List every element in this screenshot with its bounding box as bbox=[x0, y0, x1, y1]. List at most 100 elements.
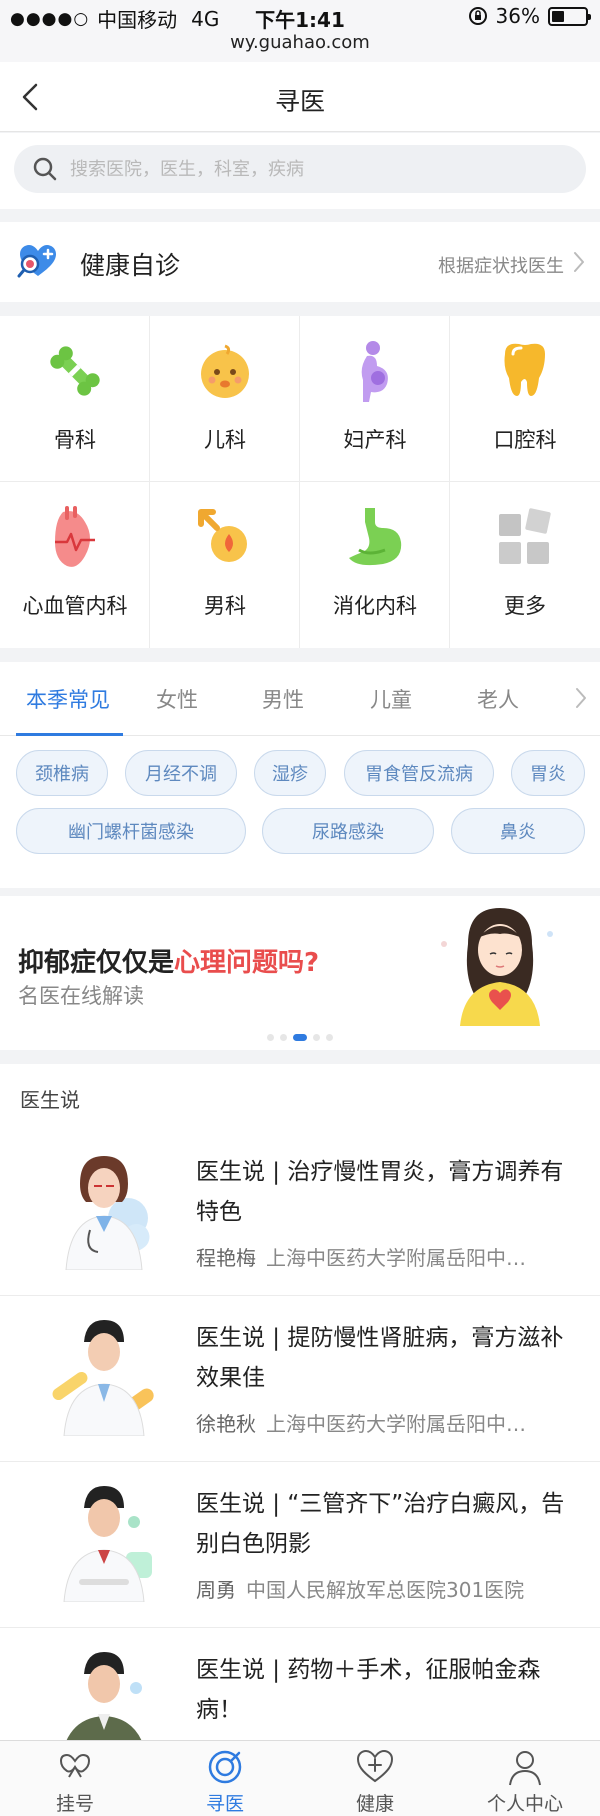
heart-organ-icon bbox=[55, 506, 95, 567]
person-icon bbox=[509, 1751, 541, 1786]
dept-stomatology[interactable]: 口腔科 bbox=[450, 316, 600, 482]
bottom-tab-bar: 挂号 寻医 健康 个人中心 bbox=[0, 1740, 600, 1816]
carousel-dot bbox=[313, 1034, 320, 1041]
dept-label: 骨科 bbox=[54, 428, 96, 452]
chip-rhinitis[interactable]: 鼻炎 bbox=[451, 808, 585, 854]
banner-title-red: 心理问题吗? bbox=[174, 948, 320, 978]
tab-male[interactable]: 男性 bbox=[262, 684, 304, 714]
search-bar[interactable] bbox=[14, 145, 586, 193]
tabbar-find-doctor[interactable]: 寻医 bbox=[150, 1741, 300, 1816]
find-doctor-icon bbox=[208, 1750, 242, 1784]
common-diseases-section: 本季常见 女性 男性 儿童 老人 颈椎病 月经不调 湿疹 胃食管反流病 胃炎 幽… bbox=[0, 662, 600, 888]
chevron-right-icon[interactable] bbox=[574, 686, 588, 710]
tabbar-label: 健康 bbox=[355, 1793, 394, 1815]
population-tabs: 本季常见 女性 男性 儿童 老人 bbox=[0, 662, 600, 736]
dept-label: 口腔科 bbox=[493, 428, 557, 452]
dept-label: 儿科 bbox=[204, 428, 246, 452]
article-hospital: 上海中医药大学附属岳阳中… bbox=[266, 1246, 526, 1270]
battery-icon bbox=[548, 6, 591, 26]
article-item[interactable]: 医生说 | 提防慢性肾脏病，膏方滋补效果佳 徐艳秋 上海中医药大学附属岳阳中… bbox=[0, 1296, 600, 1462]
department-grid: 骨科 儿科 妇产科 口腔科 心血管内科 男科 消化内科 更多 bbox=[0, 316, 600, 648]
dept-andrology[interactable]: 男科 bbox=[150, 482, 300, 648]
self-diagnose-subtitle: 根据症状找医生 bbox=[438, 256, 564, 277]
page-title: 寻医 bbox=[274, 87, 325, 116]
battery-percent: 36% bbox=[495, 4, 540, 28]
chevron-right-icon bbox=[574, 252, 584, 272]
article-meta: 周勇 中国人民解放军总医院301医院 bbox=[196, 1574, 576, 1603]
chip-gerd[interactable]: 胃食管反流病 bbox=[344, 750, 494, 796]
tabbar-health[interactable]: 健康 bbox=[300, 1741, 450, 1816]
dept-pediatrics[interactable]: 儿科 bbox=[150, 316, 300, 482]
orientation-lock-icon bbox=[468, 7, 487, 25]
dept-orthopedics[interactable]: 骨科 bbox=[0, 316, 150, 482]
male-icon bbox=[198, 509, 247, 562]
more-grid-icon bbox=[499, 508, 551, 564]
chip-uti[interactable]: 尿路感染 bbox=[262, 808, 434, 854]
dept-obstetrics[interactable]: 妇产科 bbox=[300, 316, 450, 482]
carousel-indicator bbox=[0, 1034, 600, 1041]
article-title: 医生说 | “三管齐下”治疗白癜风，告别白色阴影 bbox=[196, 1491, 565, 1557]
dept-label: 男科 bbox=[204, 594, 246, 618]
heart-magnifier-icon bbox=[17, 245, 56, 278]
article-title: 医生说 | 治疗慢性胃炎，膏方调养有特色 bbox=[196, 1159, 564, 1225]
self-diagnose-title: 健康自诊 bbox=[80, 251, 181, 280]
carousel-dot bbox=[280, 1034, 287, 1041]
dept-label: 心血管内科 bbox=[22, 594, 128, 618]
doctor-portrait bbox=[52, 1320, 154, 1436]
search-input[interactable] bbox=[70, 158, 550, 180]
doctor-portrait bbox=[63, 1486, 152, 1602]
carousel-dot bbox=[326, 1034, 333, 1041]
banner-title: 抑郁症仅仅是心理问题吗? bbox=[18, 942, 319, 979]
article-hospital: 上海中医药大学附属岳阳中… bbox=[266, 1412, 526, 1436]
tooth-icon bbox=[504, 343, 545, 396]
banner-title-black: 抑郁症仅仅是 bbox=[18, 948, 175, 978]
tabbar-label: 寻医 bbox=[205, 1793, 244, 1815]
dept-label: 消化内科 bbox=[333, 594, 417, 618]
bone-icon bbox=[50, 346, 100, 396]
article-meta: 程艳梅 上海中医药大学附属岳阳中… bbox=[196, 1242, 576, 1271]
article-author: 程艳梅 bbox=[196, 1246, 256, 1270]
article-author: 周勇 bbox=[196, 1578, 236, 1602]
status-bar: ●●●●○ 中国移动 4G 下午1:41 36% wy.guahao.com bbox=[0, 0, 600, 62]
self-diagnose-row[interactable]: 健康自诊 根据症状找医生 bbox=[0, 222, 600, 302]
baby-icon bbox=[201, 344, 249, 398]
back-button[interactable] bbox=[12, 77, 52, 117]
doctor-portrait bbox=[65, 1156, 150, 1270]
article-item[interactable]: 医生说 | “三管齐下”治疗白癜风，告别白色阴影 周勇 中国人民解放军总医院301… bbox=[0, 1462, 600, 1628]
tabbar-register[interactable]: 挂号 bbox=[0, 1741, 150, 1816]
chevron-left-icon bbox=[22, 83, 38, 111]
carousel-dot bbox=[267, 1034, 274, 1041]
woman-illustration bbox=[441, 908, 553, 1026]
dept-label: 妇产科 bbox=[343, 428, 407, 452]
active-tab-indicator bbox=[16, 733, 123, 736]
promo-banner[interactable]: 抑郁症仅仅是心理问题吗? 名医在线解读 bbox=[0, 896, 600, 1050]
tab-children[interactable]: 儿童 bbox=[370, 684, 412, 714]
chip-gastritis[interactable]: 胃炎 bbox=[511, 750, 585, 796]
dept-gastroenterology[interactable]: 消化内科 bbox=[300, 482, 450, 648]
tabbar-label: 挂号 bbox=[55, 1793, 94, 1815]
article-author: 徐艳秋 bbox=[196, 1412, 256, 1436]
tab-seasonal[interactable]: 本季常见 bbox=[26, 684, 110, 714]
health-heart-icon bbox=[356, 1749, 394, 1783]
chip-irregular-menstruation[interactable]: 月经不调 bbox=[125, 750, 237, 796]
tabbar-profile[interactable]: 个人中心 bbox=[450, 1741, 600, 1816]
nav-bar: 寻医 bbox=[0, 62, 600, 132]
section-title: 医生说 bbox=[20, 1088, 80, 1112]
pregnant-icon bbox=[361, 341, 388, 402]
doctor-says-section: 医生说 医生说 | 治疗慢性胃炎，膏方调养有特色 程艳梅 上海中医药大学附属岳阳中… bbox=[0, 1064, 600, 1768]
dept-more[interactable]: 更多 bbox=[450, 482, 600, 648]
dept-cardiology[interactable]: 心血管内科 bbox=[0, 482, 150, 648]
chip-eczema[interactable]: 湿疹 bbox=[254, 750, 326, 796]
banner-subtitle: 名医在线解读 bbox=[18, 984, 144, 1008]
search-section bbox=[0, 133, 600, 209]
page-url: wy.guahao.com bbox=[230, 32, 370, 53]
article-item[interactable]: 医生说 | 治疗慢性胃炎，膏方调养有特色 程艳梅 上海中医药大学附属岳阳中… bbox=[0, 1130, 600, 1296]
chip-h-pylori[interactable]: 幽门螺杆菌感染 bbox=[16, 808, 246, 854]
dept-label: 更多 bbox=[504, 594, 546, 618]
tab-female[interactable]: 女性 bbox=[156, 684, 198, 714]
chip-cervical-spondylosis[interactable]: 颈椎病 bbox=[16, 750, 108, 796]
search-icon bbox=[33, 157, 57, 181]
tab-elderly[interactable]: 老人 bbox=[477, 684, 519, 714]
stomach-icon bbox=[349, 508, 402, 566]
article-title: 医生说 | 提防慢性肾脏病，膏方滋补效果佳 bbox=[196, 1325, 564, 1391]
